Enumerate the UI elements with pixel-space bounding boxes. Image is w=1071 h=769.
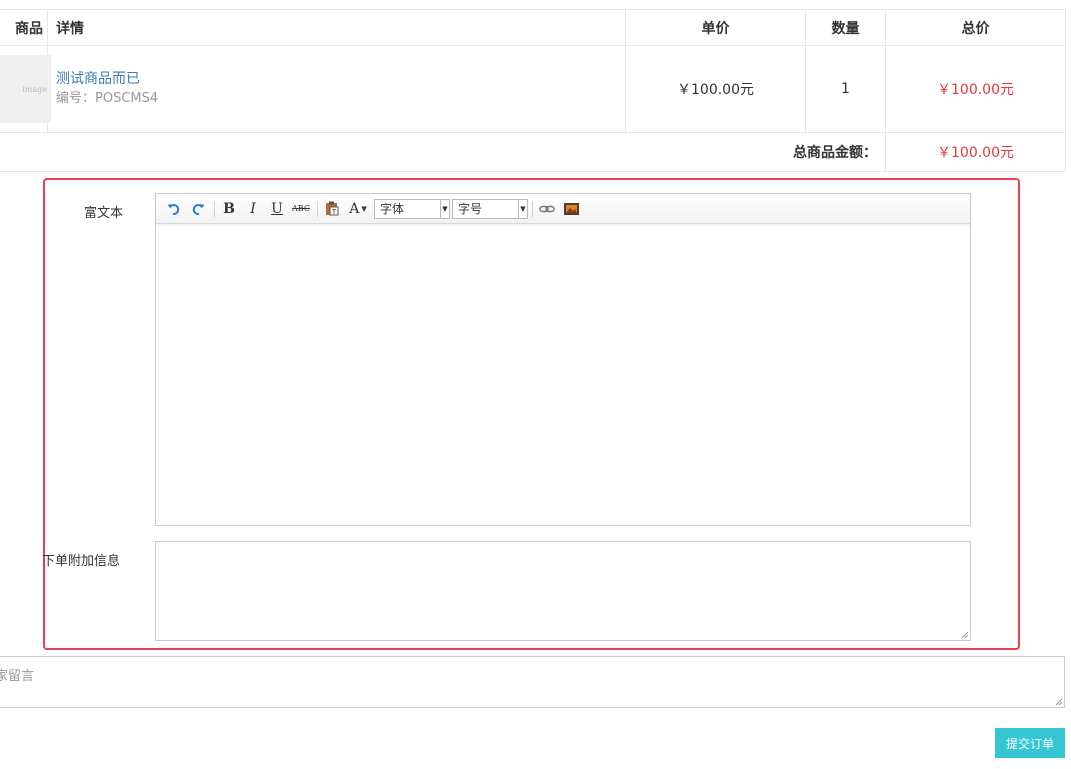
bold-button[interactable]: B: [219, 199, 239, 219]
font-size-select[interactable]: 字号 ▼: [452, 198, 528, 219]
svg-text:T: T: [331, 208, 337, 216]
rich-text-label: 富文本: [84, 206, 124, 221]
extra-info-label: 下单附加信息: [42, 554, 121, 569]
row-total-cell: ￥100.00元: [885, 45, 1066, 133]
product-detail-cell: 测试商品而已 编号：POSCMS4: [47, 45, 626, 133]
image-icon[interactable]: [561, 199, 581, 219]
font-color-button[interactable]: A ▼: [346, 199, 370, 219]
header-unit-price: 单价: [625, 9, 806, 46]
quantity-cell: 1: [805, 45, 886, 133]
editor-toolbar: B I U ABC T A ▼ 字体 ▼ 字号 ▼: [156, 194, 970, 224]
toolbar-separator: [317, 200, 318, 217]
table-row: image 测试商品而已 编号：POSCMS4 ￥100.00元 1 ￥100.…: [0, 45, 1066, 133]
toolbar-separator: [532, 200, 533, 217]
product-sku: 编号：POSCMS4: [56, 91, 159, 106]
order-table: 商品 详情 单价 数量 总价 image 测试商品而已 编号：POSCMS4 ￥…: [0, 9, 1066, 172]
summary-row: 总商品金额： ￥100.00元: [0, 132, 1066, 172]
toolbar-separator: [214, 200, 215, 217]
buyer-message-placeholder: 家留言: [0, 669, 35, 684]
chevron-down-icon: ▼: [361, 204, 367, 213]
summary-value: ￥100.00元: [885, 132, 1066, 172]
resize-handle-icon[interactable]: [961, 631, 969, 639]
thumb-cell: image: [0, 45, 51, 133]
product-thumbnail[interactable]: image: [0, 55, 51, 123]
rich-text-content-area[interactable]: [156, 224, 970, 525]
font-size-value: 字号: [458, 202, 483, 216]
page: 商品 详情 单价 数量 总价 image 测试商品而已 编号：POSCMS4 ￥…: [0, 0, 1071, 769]
link-icon[interactable]: [537, 199, 557, 219]
header-total: 总价: [885, 9, 1066, 46]
header-goods: 商品: [0, 9, 48, 46]
strikethrough-button[interactable]: ABC: [291, 199, 311, 219]
chevron-down-icon: ▼: [440, 199, 449, 218]
rich-text-editor: B I U ABC T A ▼ 字体 ▼ 字号 ▼: [155, 193, 971, 526]
font-family-value: 字体: [380, 202, 405, 216]
header-detail: 详情: [47, 9, 626, 46]
header-quantity: 数量: [805, 9, 886, 46]
extra-info-textarea[interactable]: [155, 541, 971, 641]
paste-text-icon[interactable]: T: [322, 199, 342, 219]
product-name-link[interactable]: 测试商品而已: [56, 69, 617, 89]
buyer-message-textarea[interactable]: 家留言: [0, 656, 1065, 708]
submit-order-button[interactable]: 提交订单: [995, 728, 1065, 758]
underline-button[interactable]: U: [267, 199, 287, 219]
resize-handle-icon[interactable]: [1055, 698, 1063, 706]
undo-icon[interactable]: [164, 199, 184, 219]
font-color-letter: A: [349, 200, 360, 217]
summary-label: 总商品金额：: [0, 132, 886, 172]
chevron-down-icon: ▼: [518, 199, 527, 218]
font-family-select[interactable]: 字体 ▼: [374, 198, 450, 219]
unit-price-cell: ￥100.00元: [625, 45, 806, 133]
italic-button[interactable]: I: [243, 199, 263, 219]
redo-icon[interactable]: [188, 199, 208, 219]
table-header-row: 商品 详情 单价 数量 总价: [0, 9, 1066, 46]
thumbnail-placeholder-text: image: [22, 85, 47, 94]
